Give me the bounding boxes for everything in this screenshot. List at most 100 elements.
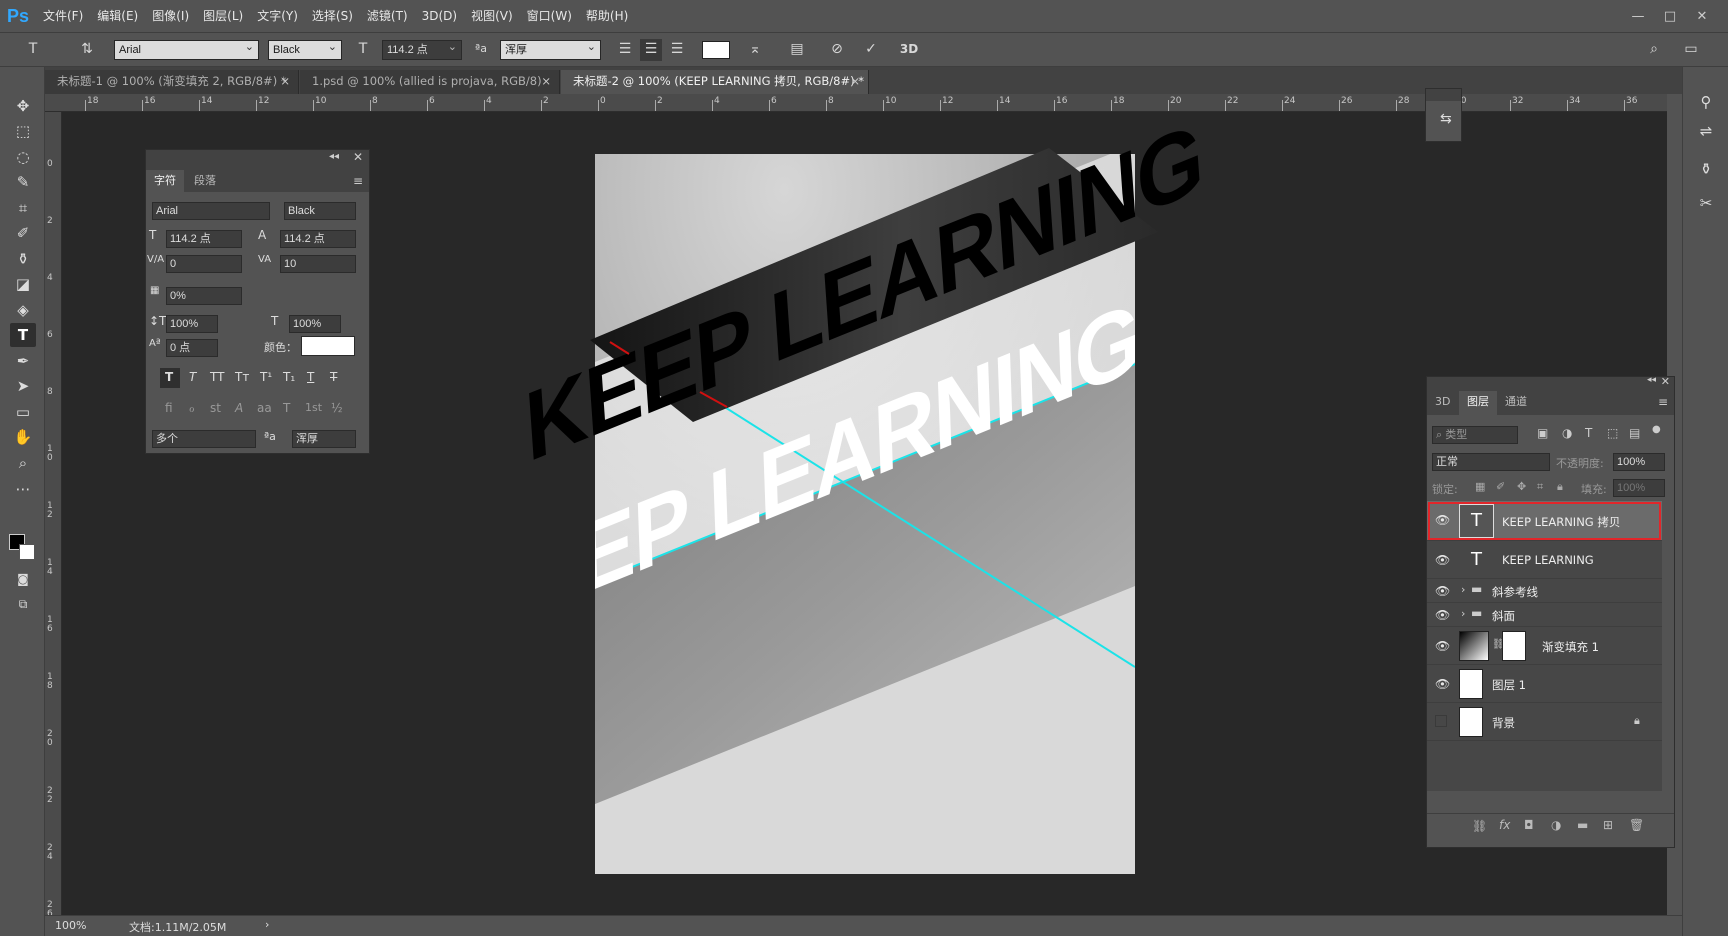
properties-icon[interactable]: ⇌ xyxy=(1693,119,1719,143)
status-menu-arrow[interactable]: › xyxy=(265,918,269,931)
menu-file[interactable]: 文件(F) xyxy=(36,0,90,32)
char-font-family[interactable]: Arial xyxy=(152,202,270,220)
crop-tool-icon[interactable]: ⌗ xyxy=(10,196,36,220)
expand-chevron-icon[interactable]: › xyxy=(1461,607,1465,620)
create-3d-button[interactable]: 3D xyxy=(898,39,920,61)
hand-tool-icon[interactable]: ✋ xyxy=(10,425,36,449)
titling-button[interactable]: T xyxy=(283,401,290,415)
visibility-eye-icon[interactable]: 👁︎ xyxy=(1435,639,1450,653)
maximize-button[interactable]: □ xyxy=(1654,5,1686,27)
lock-image-icon[interactable]: ✐ xyxy=(1496,480,1505,493)
collapse-icon[interactable]: ◂◂ xyxy=(1647,375,1656,385)
char-font-size[interactable]: 114.2 点 xyxy=(166,230,242,248)
tab-paragraph[interactable]: 段落 xyxy=(186,170,224,192)
menu-3d[interactable]: 3D(D) xyxy=(415,0,464,32)
menu-view[interactable]: 视图(V) xyxy=(464,0,520,32)
menu-window[interactable]: 窗口(W) xyxy=(520,0,579,32)
all-caps-button[interactable]: TT xyxy=(210,370,224,384)
layer-filter-select[interactable]: ⌕ 类型 xyxy=(1432,426,1518,444)
close-panel-icon[interactable]: ✕ xyxy=(1661,375,1670,388)
tool-presets-icon[interactable]: ✂ xyxy=(1693,191,1719,215)
type-tool-preset-icon[interactable]: T xyxy=(22,39,44,61)
layer-row[interactable]: 👁︎ T KEEP LEARNING xyxy=(1427,541,1662,579)
font-family-select[interactable]: Arial xyxy=(114,38,259,60)
path-select-tool-icon[interactable]: ➤ xyxy=(10,374,36,398)
filter-pixel-icon[interactable]: ▣ xyxy=(1537,426,1548,440)
cancel-edit-icon[interactable]: ⊘ xyxy=(826,39,848,61)
filter-smart-object-icon[interactable]: ▤ xyxy=(1629,426,1640,440)
marquee-tool-icon[interactable]: ⬚ xyxy=(10,119,36,143)
layer-name[interactable]: KEEP LEARNING 拷贝 xyxy=(1502,514,1620,530)
font-size-select[interactable]: 114.2 点 xyxy=(382,38,462,60)
zoom-level[interactable]: 100% xyxy=(55,919,86,932)
layer-name[interactable]: 渐变填充 1 xyxy=(1542,639,1599,655)
fractions-button[interactable]: ½ xyxy=(331,401,343,415)
close-tab-icon[interactable]: × xyxy=(280,70,290,93)
layer-row[interactable]: 👁︎ ⛓ 渐变填充 1 xyxy=(1427,627,1662,665)
close-window-button[interactable]: ✕ xyxy=(1686,5,1718,27)
menu-image[interactable]: 图像(I) xyxy=(145,0,196,32)
panel-menu-icon[interactable]: ≡ xyxy=(353,174,363,188)
stylistic-alternates-button[interactable]: aa xyxy=(257,401,272,415)
align-left-icon[interactable]: ☰ xyxy=(614,39,636,61)
history-icon[interactable]: ⇆ xyxy=(1440,111,1452,127)
char-kerning[interactable]: 0 xyxy=(166,255,242,273)
layer-row[interactable]: 👁︎ 图层 1 xyxy=(1427,665,1662,703)
antialias-select[interactable]: 浑厚 xyxy=(500,38,601,60)
expand-chevron-icon[interactable]: › xyxy=(1461,583,1465,596)
zoom-tool-icon[interactable]: ⌕ xyxy=(10,451,36,475)
tab-layers[interactable]: 图层 xyxy=(1459,391,1497,415)
close-tab-icon[interactable]: × xyxy=(541,70,551,93)
char-tracking[interactable]: 10 xyxy=(280,255,356,273)
shape-tool-icon[interactable]: ▭ xyxy=(10,400,36,424)
add-mask-icon[interactable]: ◘ xyxy=(1524,818,1534,832)
tab-3d[interactable]: 3D xyxy=(1427,391,1458,413)
lock-artboard-icon[interactable]: ⌗ xyxy=(1537,480,1543,494)
workspace-icon[interactable]: ▭ xyxy=(1680,39,1702,61)
visibility-eye-icon[interactable]: 👁︎ xyxy=(1435,553,1450,567)
filter-adjustment-icon[interactable]: ◑ xyxy=(1562,426,1572,440)
quick-select-tool-icon[interactable]: ✎ xyxy=(10,170,36,194)
filter-type-icon[interactable]: T xyxy=(1585,426,1592,440)
filter-shape-icon[interactable]: ⬚ xyxy=(1607,426,1618,440)
layer-row[interactable]: 👁︎ › ▬ 斜面 xyxy=(1427,603,1662,627)
lasso-tool-icon[interactable]: ◌ xyxy=(10,145,36,169)
blend-mode-select[interactable]: 正常 xyxy=(1432,453,1550,471)
layer-name[interactable]: 斜参考线 xyxy=(1492,584,1538,600)
layer-row[interactable]: 👁︎ › ▬ 斜参考线 xyxy=(1427,579,1662,603)
layer-name[interactable]: 斜面 xyxy=(1492,608,1515,624)
discretionary-ligatures-button[interactable]: st xyxy=(210,401,221,415)
menu-select[interactable]: 选择(S) xyxy=(305,0,360,32)
paragraph-styles-icon[interactable]: ⚲ xyxy=(1693,90,1719,114)
small-caps-button[interactable]: Tт xyxy=(235,370,249,384)
tab-document-2[interactable]: 1.psd @ 100% (allied is projava, RGB/8) × xyxy=(300,70,560,94)
tab-channels[interactable]: 通道 xyxy=(1497,391,1535,413)
layer-name[interactable]: 背景 xyxy=(1492,715,1515,731)
pen-tool-icon[interactable]: ✒ xyxy=(10,349,36,373)
new-layer-icon[interactable]: ⊞ xyxy=(1603,818,1613,832)
align-center-icon[interactable]: ☰ xyxy=(640,39,662,61)
faux-italic-button[interactable]: T xyxy=(189,370,196,384)
screen-mode-icon[interactable]: ⧉ xyxy=(10,592,36,616)
ordinals-button[interactable]: 1st xyxy=(305,401,322,414)
gradient-tool-icon[interactable]: ◈ xyxy=(10,298,36,322)
filter-toggle-icon[interactable]: ● xyxy=(1652,424,1661,435)
tab-character[interactable]: 字符 xyxy=(146,170,184,192)
brush-tool-icon[interactable]: ✐ xyxy=(10,221,36,245)
quick-mask-icon[interactable]: ◙ xyxy=(10,567,36,591)
clone-source-icon[interactable]: ⚱ xyxy=(1693,157,1719,181)
char-antialias-select[interactable]: 浑厚 xyxy=(292,430,356,448)
link-layers-icon[interactable]: ⛓ xyxy=(1472,819,1487,833)
align-right-icon[interactable]: ☰ xyxy=(666,39,688,61)
lock-all-icon[interactable]: 🔒︎ xyxy=(1557,480,1563,494)
menu-edit[interactable]: 编辑(E) xyxy=(90,0,145,32)
old-style-button[interactable]: ℴ xyxy=(189,401,195,415)
char-color-swatch[interactable] xyxy=(301,336,355,356)
char-leading[interactable]: 114.2 点 xyxy=(280,230,356,248)
eraser-tool-icon[interactable]: ◪ xyxy=(10,272,36,296)
fx-icon[interactable]: fx xyxy=(1499,818,1510,832)
visibility-eye-icon[interactable]: 👁︎ xyxy=(1435,513,1450,527)
more-tools-icon[interactable]: ⋯ xyxy=(10,477,36,501)
lock-position-icon[interactable]: ✥ xyxy=(1517,480,1526,493)
layer-name[interactable]: KEEP LEARNING xyxy=(1502,553,1594,567)
